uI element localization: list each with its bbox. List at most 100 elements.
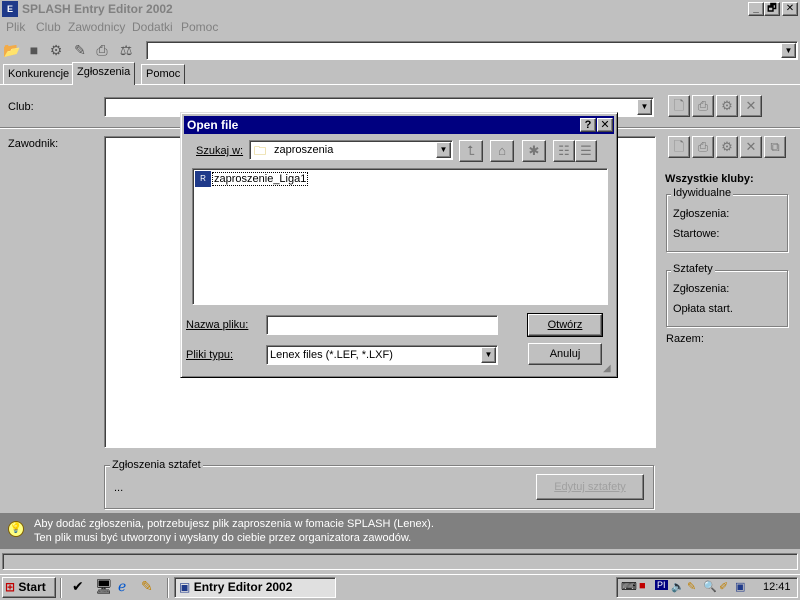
dialog-close-button[interactable]: ✕ bbox=[597, 118, 613, 132]
menu-bar: Plik Club Zawodnicy Dodatki Pomoc bbox=[0, 18, 800, 38]
close-button[interactable]: ✕ bbox=[782, 2, 798, 16]
quicklaunch-desktop-icon[interactable]: 🖥 bbox=[95, 578, 113, 595]
quicklaunch-browser-icon[interactable]: ℯ bbox=[118, 578, 126, 595]
task-label: Entry Editor 2002 bbox=[193, 580, 293, 594]
new-club-button[interactable]: 🗋 bbox=[668, 95, 690, 117]
relays-entries-label: Zgłoszenia: bbox=[673, 283, 730, 295]
open-folder-icon[interactable]: 📂 bbox=[2, 41, 22, 59]
details-view-button[interactable]: ☰ bbox=[575, 140, 597, 162]
print-swimmer-button[interactable]: ⎙ bbox=[692, 136, 714, 158]
quicklaunch-tool-icon[interactable]: ✎ bbox=[141, 578, 153, 595]
summary-title: Wszystkie kluby: bbox=[665, 173, 754, 185]
individual-entries-label: Zgłoszenia: bbox=[673, 208, 730, 220]
copy-swimmer-button[interactable]: ⧉ bbox=[764, 136, 786, 158]
filetype-combo[interactable]: Lenex files (*.LEF, *.LXF) ▼ bbox=[266, 345, 498, 365]
open-button[interactable]: Otwórz bbox=[527, 313, 603, 337]
look-in-label: Szukaj w: bbox=[196, 145, 244, 157]
menu-pomoc[interactable]: Pomoc bbox=[181, 20, 218, 34]
filetype-label: Pliki typu: bbox=[186, 349, 234, 361]
toolbar: 📂 ■ ⚙ ✎ ⎙ ⚖ ▼ bbox=[0, 38, 800, 62]
chevron-down-icon[interactable]: ▼ bbox=[436, 142, 451, 158]
relay-value: ... bbox=[114, 482, 124, 494]
dialog-title: Open file bbox=[187, 118, 239, 132]
desktop-button[interactable]: ⌂ bbox=[490, 140, 514, 162]
edit-club-button[interactable]: ⚙ bbox=[716, 95, 738, 117]
hint-line-2: Ten plik musi być utworzony i wysłany do… bbox=[34, 532, 412, 544]
filename-label: Nazwa pliku: bbox=[186, 319, 249, 331]
stop-icon[interactable]: ■ bbox=[24, 41, 44, 59]
system-tray: ⌨ ■ PI 🔈 ✎ 🔍 ✐ ▣ 12:41 bbox=[616, 577, 798, 598]
window-title: SPLASH Entry Editor 2002 bbox=[22, 2, 173, 16]
filetype-value: Lenex files (*.LEF, *.LXF) bbox=[270, 349, 393, 361]
chevron-down-icon[interactable]: ▼ bbox=[781, 43, 796, 58]
filename-input[interactable] bbox=[266, 315, 498, 335]
taskbar-separator bbox=[167, 578, 169, 598]
look-in-combo[interactable]: 🗀 zaproszenia ▼ bbox=[249, 140, 453, 160]
new-swimmer-button[interactable]: 🗋 bbox=[668, 136, 690, 158]
individual-group bbox=[666, 194, 788, 252]
file-item[interactable]: zaproszenie_Liga1 bbox=[212, 172, 309, 186]
tray-pi-icon[interactable]: PI bbox=[655, 580, 668, 590]
club-label: Club: bbox=[8, 101, 34, 113]
up-folder-button[interactable]: ⮤ bbox=[459, 140, 483, 162]
list-view-button[interactable]: ☷ bbox=[553, 140, 575, 162]
relays-group bbox=[666, 270, 788, 327]
chevron-down-icon[interactable]: ▼ bbox=[481, 347, 496, 363]
edit-swimmer-button[interactable]: ⚙ bbox=[716, 136, 738, 158]
tab-konkurencje[interactable]: Konkurencje bbox=[3, 64, 75, 84]
menu-dodatki[interactable]: Dodatki bbox=[132, 20, 173, 34]
taskbar: ⊞ Start ✔ 🖥 ℯ ✎ ▣ Entry Editor 2002 ⌨ ■ … bbox=[0, 574, 800, 600]
lightbulb-icon: 💡 bbox=[8, 521, 24, 537]
tray-power-icon[interactable]: ■ bbox=[639, 580, 646, 592]
start-button[interactable]: ⊞ Start bbox=[2, 577, 56, 598]
menu-club[interactable]: Club bbox=[36, 20, 61, 34]
individual-fees-label: Startowe: bbox=[673, 228, 720, 240]
resize-grip-icon[interactable]: ◢ bbox=[603, 363, 611, 374]
menu-plik[interactable]: Plik bbox=[6, 20, 25, 34]
tray-app-icon[interactable]: ▣ bbox=[735, 580, 745, 593]
tray-search-icon[interactable]: 🔍 bbox=[703, 580, 717, 593]
toolbar-combo[interactable]: ▼ bbox=[146, 41, 798, 60]
swimmer-label: Zawodnik: bbox=[8, 138, 59, 150]
start-label: Start bbox=[18, 580, 46, 594]
hint-bar: 💡 Aby dodać zgłoszenia, potrzebujesz pli… bbox=[0, 513, 800, 549]
edit-relays-button[interactable]: Edytuj sztafety bbox=[536, 474, 644, 500]
individual-group-label: Idywidualne bbox=[671, 187, 734, 199]
open-file-dialog: Open file ? ✕ Szukaj w: 🗀 zaproszenia ▼ … bbox=[180, 112, 618, 378]
tray-pencil-icon[interactable]: ✐ bbox=[719, 580, 728, 593]
hint-line-1: Aby dodać zgłoszenia, potrzebujesz plik … bbox=[34, 518, 434, 530]
tab-zgloszenia[interactable]: Zgłoszenia bbox=[72, 62, 136, 85]
delete-swimmer-button[interactable]: ✕ bbox=[740, 136, 762, 158]
dialog-help-button[interactable]: ? bbox=[580, 118, 596, 132]
new-folder-button[interactable]: ✱ bbox=[522, 140, 546, 162]
filter-icon[interactable]: ⚖ bbox=[116, 41, 136, 59]
dialog-titlebar[interactable]: Open file ? ✕ bbox=[184, 116, 614, 134]
tab-pomoc[interactable]: Pomoc bbox=[141, 64, 186, 84]
delete-club-button[interactable]: ✕ bbox=[740, 95, 762, 117]
lenex-file-icon: R bbox=[195, 171, 211, 187]
printer-icon[interactable]: ⎙ bbox=[92, 41, 112, 59]
restore-button[interactable]: 🗗 bbox=[764, 2, 780, 16]
look-in-value: zaproszenia bbox=[274, 144, 334, 156]
minimize-button[interactable]: _ bbox=[748, 2, 764, 16]
tools-icon[interactable]: ⚙ bbox=[46, 41, 66, 59]
cancel-button[interactable]: Anuluj bbox=[528, 343, 602, 365]
relay-group-label: Zgłoszenia sztafet bbox=[110, 459, 203, 471]
folder-icon: 🗀 bbox=[254, 144, 267, 158]
menu-zawodnicy[interactable]: Zawodnicy bbox=[68, 20, 125, 34]
app-icon: E bbox=[2, 1, 18, 17]
window-titlebar[interactable]: E SPLASH Entry Editor 2002 _ 🗗 ✕ bbox=[0, 0, 800, 18]
windows-logo-icon: ⊞ bbox=[5, 580, 16, 594]
file-list[interactable]: R zaproszenie_Liga1 bbox=[192, 168, 608, 305]
chevron-down-icon[interactable]: ▼ bbox=[637, 99, 652, 115]
print-club-button[interactable]: ⎙ bbox=[692, 95, 714, 117]
wand-icon[interactable]: ✎ bbox=[70, 41, 90, 59]
quicklaunch-wizard-icon[interactable]: ✔ bbox=[72, 578, 84, 595]
tray-tool-icon[interactable]: ✎ bbox=[687, 580, 696, 593]
relays-group-label: Sztafety bbox=[671, 263, 715, 275]
tray-volume-icon[interactable]: 🔈 bbox=[671, 580, 685, 593]
task-entry-editor[interactable]: ▣ Entry Editor 2002 bbox=[174, 577, 336, 598]
tray-network-icon[interactable]: ⌨ bbox=[621, 580, 637, 593]
total-label: Razem: bbox=[666, 333, 704, 345]
task-app-icon: ▣ bbox=[179, 580, 191, 594]
